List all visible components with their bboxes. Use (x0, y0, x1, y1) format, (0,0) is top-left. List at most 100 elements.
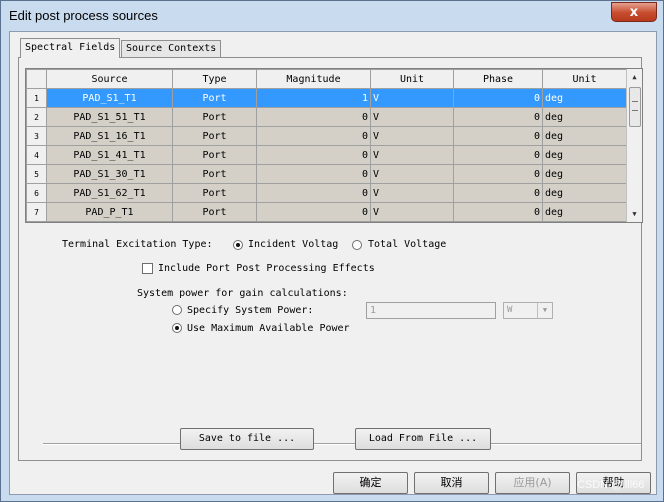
col-header-source[interactable]: Source (46, 69, 173, 89)
table-row[interactable]: 4 PAD_S1_41_T1 Port 0 V 0 deg (26, 145, 627, 165)
cell-phase-unit[interactable]: deg (542, 126, 627, 146)
specify-system-power-label[interactable]: Specify System Power: (187, 305, 313, 316)
table-row[interactable]: 3 PAD_S1_16_T1 Port 0 V 0 deg (26, 126, 627, 146)
tab-panel: Source Type Magnitude Unit Phase Unit 1 … (18, 57, 643, 461)
row-number[interactable]: 2 (26, 107, 47, 127)
apply-button[interactable]: 应用(A) (495, 472, 570, 494)
system-power-input[interactable]: 1 (366, 302, 496, 319)
cell-phase[interactable]: 0 (453, 126, 543, 146)
cell-magnitude[interactable]: 0 (256, 145, 371, 165)
col-header-phase[interactable]: Phase (453, 69, 543, 89)
table-row[interactable]: 2 PAD_S1_51_T1 Port 0 V 0 deg (26, 107, 627, 127)
cell-source[interactable]: PAD_S1_T1 (46, 88, 173, 108)
system-power-label: System power for gain calculations: (137, 288, 348, 299)
cell-phase[interactable]: 0 (453, 183, 543, 203)
scroll-up-icon[interactable]: ▲ (627, 69, 642, 85)
power-unit-select[interactable]: W ▼ (503, 302, 553, 319)
cell-phase[interactable]: 0 (453, 107, 543, 127)
cell-phase-unit[interactable]: deg (542, 164, 627, 184)
col-header-magnitude[interactable]: Magnitude (256, 69, 371, 89)
include-post-processing-label[interactable]: Include Port Post Processing Effects (158, 263, 375, 274)
table-row[interactable]: 1 PAD_S1_T1 Port 1 V 0 deg (26, 88, 627, 108)
cell-phase[interactable]: 0 (453, 145, 543, 165)
window-title: Edit post process sources (9, 8, 158, 23)
cell-source[interactable]: PAD_S1_51_T1 (46, 107, 173, 127)
cell-unit[interactable]: V (370, 145, 454, 165)
watermark: CSDN @llll66 (577, 479, 645, 491)
tab-source-contexts[interactable]: Source Contexts (121, 40, 222, 57)
cell-phase-unit[interactable]: deg (542, 183, 627, 203)
row-number[interactable]: 6 (26, 183, 47, 203)
include-post-processing-checkbox[interactable] (142, 263, 153, 274)
col-header-type[interactable]: Type (172, 69, 257, 89)
cell-magnitude[interactable]: 0 (256, 164, 371, 184)
cell-magnitude[interactable]: 0 (256, 126, 371, 146)
incident-voltage-label[interactable]: Incident Voltag (248, 239, 342, 250)
load-from-file-button[interactable]: Load From File ... (355, 428, 491, 450)
table-row[interactable]: 5 PAD_S1_30_T1 Port 0 V 0 deg (26, 164, 627, 184)
cell-phase[interactable]: 0 (453, 202, 543, 222)
corner-header (26, 69, 47, 89)
total-voltage-radio[interactable] (352, 240, 362, 250)
cell-phase[interactable]: 0 (453, 164, 543, 184)
incident-voltage-radio[interactable] (233, 240, 243, 250)
max-available-power-label[interactable]: Use Maximum Available Power (187, 323, 350, 334)
cell-source[interactable]: PAD_S1_16_T1 (46, 126, 173, 146)
cell-phase-unit[interactable]: deg (542, 202, 627, 222)
scroll-down-icon[interactable]: ▼ (627, 206, 642, 222)
row-number[interactable]: 3 (26, 126, 47, 146)
close-button[interactable]: x (611, 2, 657, 22)
cell-type[interactable]: Port (172, 145, 257, 165)
row-number[interactable]: 7 (26, 202, 47, 222)
specify-system-power-radio[interactable] (172, 305, 182, 315)
chevron-down-icon[interactable]: ▼ (537, 303, 552, 318)
separator (43, 443, 641, 445)
table-row[interactable]: 7 PAD_P_T1 Port 0 V 0 deg (26, 202, 627, 222)
cell-source[interactable]: PAD_S1_62_T1 (46, 183, 173, 203)
header-row: Source Type Magnitude Unit Phase Unit (26, 69, 627, 89)
dialog-window: Edit post process sources x Spectral Fie… (0, 0, 664, 502)
col-header-unit[interactable]: Unit (370, 69, 454, 89)
sources-grid: Source Type Magnitude Unit Phase Unit 1 … (25, 68, 643, 223)
cell-unit[interactable]: V (370, 202, 454, 222)
cell-type[interactable]: Port (172, 126, 257, 146)
excitation-type-label: Terminal Excitation Type: (62, 239, 213, 250)
cell-type[interactable]: Port (172, 164, 257, 184)
cell-magnitude[interactable]: 1 (256, 88, 371, 108)
cell-magnitude[interactable]: 0 (256, 202, 371, 222)
scroll-thumb[interactable] (629, 87, 641, 127)
grid-vertical-scrollbar[interactable]: ▲ ▼ (626, 69, 642, 222)
tab-spectral-fields[interactable]: Spectral Fields (20, 38, 121, 58)
cell-type[interactable]: Port (172, 202, 257, 222)
table-row[interactable]: 6 PAD_S1_62_T1 Port 0 V 0 deg (26, 183, 627, 203)
cell-type[interactable]: Port (172, 88, 257, 108)
cell-unit[interactable]: V (370, 107, 454, 127)
close-icon: x (629, 5, 639, 20)
cell-source[interactable]: PAD_P_T1 (46, 202, 173, 222)
row-number[interactable]: 4 (26, 145, 47, 165)
total-voltage-label[interactable]: Total Voltage (368, 239, 446, 250)
cell-type[interactable]: Port (172, 183, 257, 203)
save-to-file-button[interactable]: Save to file ... (180, 428, 314, 450)
cell-phase-unit[interactable]: deg (542, 145, 627, 165)
cell-unit[interactable]: V (370, 164, 454, 184)
cell-source[interactable]: PAD_S1_30_T1 (46, 164, 173, 184)
cell-unit[interactable]: V (370, 88, 454, 108)
cell-magnitude[interactable]: 0 (256, 183, 371, 203)
col-header-phase-unit[interactable]: Unit (542, 69, 627, 89)
cell-source[interactable]: PAD_S1_41_T1 (46, 145, 173, 165)
dialog-client: Spectral Fields Source Contexts Source T… (9, 31, 657, 495)
row-number[interactable]: 1 (26, 88, 47, 108)
cell-phase-unit[interactable]: deg (542, 88, 627, 108)
cell-phase-unit[interactable]: deg (542, 107, 627, 127)
cancel-button[interactable]: 取消 (414, 472, 489, 494)
row-number[interactable]: 5 (26, 164, 47, 184)
ok-button[interactable]: 确定 (333, 472, 408, 494)
max-available-power-radio[interactable] (172, 323, 182, 333)
sources-table: Source Type Magnitude Unit Phase Unit 1 … (26, 69, 627, 222)
cell-type[interactable]: Port (172, 107, 257, 127)
cell-phase[interactable]: 0 (453, 88, 543, 108)
cell-unit[interactable]: V (370, 126, 454, 146)
cell-unit[interactable]: V (370, 183, 454, 203)
cell-magnitude[interactable]: 0 (256, 107, 371, 127)
